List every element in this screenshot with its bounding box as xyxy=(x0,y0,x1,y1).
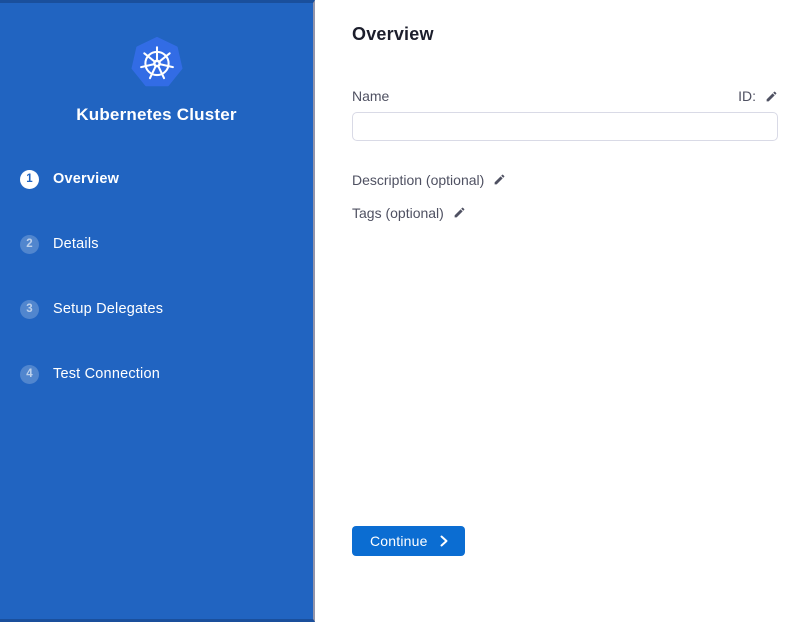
step-number-badge: 4 xyxy=(20,365,39,384)
step-number-badge: 3 xyxy=(20,300,39,319)
connector-wizard: Kubernetes Cluster 1 Overview 2 Details … xyxy=(0,0,811,622)
tags-row: Tags (optional) xyxy=(352,204,778,221)
wizard-sidebar: Kubernetes Cluster 1 Overview 2 Details … xyxy=(0,0,315,622)
tags-label: Tags (optional) xyxy=(352,205,444,221)
chevron-right-icon xyxy=(439,535,449,547)
continue-button-label: Continue xyxy=(370,533,428,549)
step-label: Details xyxy=(53,236,99,252)
id-label: ID: xyxy=(738,88,756,104)
page-title: Overview xyxy=(352,24,778,45)
description-row: Description (optional) xyxy=(352,171,778,188)
kubernetes-logo-icon xyxy=(0,3,313,89)
overview-form: Name ID: Description (optional) Tags (op… xyxy=(352,88,778,221)
overview-panel: Overview Name ID: Description (optional) xyxy=(315,0,811,622)
wizard-steps: 1 Overview 2 Details 3 Setup Delegates 4… xyxy=(0,169,313,429)
step-setup-delegates[interactable]: 3 Setup Delegates xyxy=(20,299,313,319)
step-overview[interactable]: 1 Overview xyxy=(20,169,313,189)
step-details[interactable]: 2 Details xyxy=(20,234,313,254)
continue-button[interactable]: Continue xyxy=(352,526,465,556)
name-label: Name xyxy=(352,88,389,104)
description-label: Description (optional) xyxy=(352,172,484,188)
step-label: Overview xyxy=(53,171,119,187)
edit-id-icon[interactable] xyxy=(765,90,778,103)
connector-type-title: Kubernetes Cluster xyxy=(0,105,313,125)
step-label: Setup Delegates xyxy=(53,301,163,317)
step-number-badge: 1 xyxy=(20,170,39,189)
step-number-badge: 2 xyxy=(20,235,39,254)
edit-tags-icon[interactable] xyxy=(453,206,466,219)
edit-description-icon[interactable] xyxy=(493,173,506,186)
name-input[interactable] xyxy=(352,112,778,141)
id-group: ID: xyxy=(738,88,778,104)
name-label-row: Name ID: xyxy=(352,88,778,104)
step-label: Test Connection xyxy=(53,366,160,382)
step-test-connection[interactable]: 4 Test Connection xyxy=(20,364,313,384)
